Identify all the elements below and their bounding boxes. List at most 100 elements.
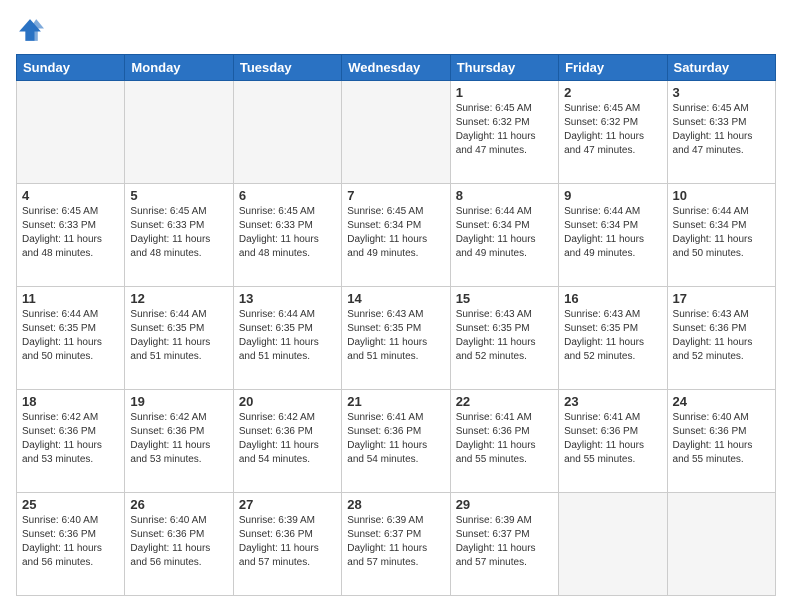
week-row-0: 1 Sunrise: 6:45 AMSunset: 6:32 PMDaylight… — [17, 81, 776, 184]
calendar-cell: 20Sunrise: 6:42 AMSunset: 6:36 PMDayligh… — [233, 390, 341, 493]
day-number: 15 — [456, 291, 553, 306]
day-info: Sunrise: 6:41 AMSunset: 6:36 PMDaylight:… — [564, 411, 661, 467]
page: SundayMondayTuesdayWednesdayThursdayFrid… — [0, 0, 792, 612]
calendar-cell: 4 Sunrise: 6:45 AMSunset: 6:33 PMDaylight… — [17, 184, 125, 287]
day-number: 29 — [456, 497, 553, 512]
day-number: 6 — [239, 188, 336, 203]
day-number: 13 — [239, 291, 336, 306]
calendar-header-tuesday: Tuesday — [233, 55, 341, 81]
day-info: Sunrise: 6:41 AMSunset: 6:36 PMDaylight:… — [347, 411, 444, 467]
calendar-cell — [125, 81, 233, 184]
day-number: 26 — [130, 497, 227, 512]
day-info: Sunrise: 6:41 AMSunset: 6:36 PMDaylight:… — [456, 411, 553, 467]
day-number: 22 — [456, 394, 553, 409]
week-row-3: 18Sunrise: 6:42 AMSunset: 6:36 PMDayligh… — [17, 390, 776, 493]
calendar-header-monday: Monday — [125, 55, 233, 81]
day-info: Sunrise: 6:44 AMSunset: 6:35 PMDaylight:… — [130, 308, 227, 364]
calendar-cell: 22 Sunrise: 6:41 AMSunset: 6:36 PMDayligh… — [450, 390, 558, 493]
day-info: Sunrise: 6:39 AMSunset: 6:36 PMDaylight:… — [239, 514, 336, 570]
day-number: 5 — [130, 188, 227, 203]
calendar-cell — [342, 81, 450, 184]
calendar-cell: 23 Sunrise: 6:41 AMSunset: 6:36 PMDayligh… — [559, 390, 667, 493]
day-info: Sunrise: 6:43 AMSunset: 6:35 PMDaylight:… — [456, 308, 553, 364]
calendar-header-friday: Friday — [559, 55, 667, 81]
day-number: 11 — [22, 291, 119, 306]
calendar-cell — [17, 81, 125, 184]
day-info: Sunrise: 6:40 AMSunset: 6:36 PMDaylight:… — [22, 514, 119, 570]
logo-icon — [16, 16, 44, 44]
day-info: Sunrise: 6:43 AMSunset: 6:36 PMDaylight:… — [673, 308, 770, 364]
day-info: Sunrise: 6:40 AMSunset: 6:36 PMDaylight:… — [673, 411, 770, 467]
day-number: 24 — [673, 394, 770, 409]
calendar-cell: 11 Sunrise: 6:44 AMSunset: 6:35 PMDayligh… — [17, 287, 125, 390]
calendar-cell: 3Sunrise: 6:45 AMSunset: 6:33 PMDaylight… — [667, 81, 775, 184]
day-info: Sunrise: 6:45 AMSunset: 6:34 PMDaylight:… — [347, 205, 444, 261]
day-info: Sunrise: 6:44 AMSunset: 6:34 PMDaylight:… — [673, 205, 770, 261]
calendar-cell: 7 Sunrise: 6:45 AMSunset: 6:34 PMDaylight… — [342, 184, 450, 287]
calendar-cell: 8 Sunrise: 6:44 AMSunset: 6:34 PMDaylight… — [450, 184, 558, 287]
day-info: Sunrise: 6:45 AMSunset: 6:33 PMDaylight:… — [22, 205, 119, 261]
calendar-cell: 29 Sunrise: 6:39 AMSunset: 6:37 PMDayligh… — [450, 493, 558, 596]
calendar-header-row: SundayMondayTuesdayWednesdayThursdayFrid… — [17, 55, 776, 81]
day-number: 7 — [347, 188, 444, 203]
day-number: 10 — [673, 188, 770, 203]
week-row-4: 25 Sunrise: 6:40 AMSunset: 6:36 PMDayligh… — [17, 493, 776, 596]
day-info: Sunrise: 6:44 AMSunset: 6:34 PMDaylight:… — [456, 205, 553, 261]
day-info: Sunrise: 6:45 AMSunset: 6:33 PMDaylight:… — [239, 205, 336, 261]
day-number: 14 — [347, 291, 444, 306]
calendar-cell: 1 Sunrise: 6:45 AMSunset: 6:32 PMDaylight… — [450, 81, 558, 184]
day-number: 4 — [22, 188, 119, 203]
day-info: Sunrise: 6:43 AMSunset: 6:35 PMDaylight:… — [564, 308, 661, 364]
calendar-cell: 27 Sunrise: 6:39 AMSunset: 6:36 PMDayligh… — [233, 493, 341, 596]
calendar-header-saturday: Saturday — [667, 55, 775, 81]
logo — [16, 16, 48, 44]
calendar-cell: 21 Sunrise: 6:41 AMSunset: 6:36 PMDayligh… — [342, 390, 450, 493]
day-number: 16 — [564, 291, 661, 306]
day-info: Sunrise: 6:44 AMSunset: 6:34 PMDaylight:… — [564, 205, 661, 261]
day-number: 19 — [130, 394, 227, 409]
calendar-cell: 2 Sunrise: 6:45 AMSunset: 6:32 PMDaylight… — [559, 81, 667, 184]
day-number: 9 — [564, 188, 661, 203]
day-info: Sunrise: 6:45 AMSunset: 6:33 PMDaylight:… — [673, 102, 770, 158]
calendar-cell: 6 Sunrise: 6:45 AMSunset: 6:33 PMDaylight… — [233, 184, 341, 287]
calendar-cell: 26 Sunrise: 6:40 AMSunset: 6:36 PMDayligh… — [125, 493, 233, 596]
day-info: Sunrise: 6:39 AMSunset: 6:37 PMDaylight:… — [456, 514, 553, 570]
day-number: 1 — [456, 85, 553, 100]
calendar-cell: 19 Sunrise: 6:42 AMSunset: 6:36 PMDayligh… — [125, 390, 233, 493]
day-info: Sunrise: 6:42 AMSunset: 6:36 PMDaylight:… — [130, 411, 227, 467]
calendar-table: SundayMondayTuesdayWednesdayThursdayFrid… — [16, 54, 776, 596]
calendar-cell — [233, 81, 341, 184]
day-info: Sunrise: 6:39 AMSunset: 6:37 PMDaylight:… — [347, 514, 444, 570]
day-number: 25 — [22, 497, 119, 512]
calendar-cell: 9 Sunrise: 6:44 AMSunset: 6:34 PMDaylight… — [559, 184, 667, 287]
day-number: 27 — [239, 497, 336, 512]
calendar-cell: 15 Sunrise: 6:43 AMSunset: 6:35 PMDayligh… — [450, 287, 558, 390]
calendar-header-wednesday: Wednesday — [342, 55, 450, 81]
header — [16, 16, 776, 44]
day-info: Sunrise: 6:45 AMSunset: 6:33 PMDaylight:… — [130, 205, 227, 261]
day-number: 21 — [347, 394, 444, 409]
calendar-header-sunday: Sunday — [17, 55, 125, 81]
calendar-cell: 16 Sunrise: 6:43 AMSunset: 6:35 PMDayligh… — [559, 287, 667, 390]
week-row-2: 11 Sunrise: 6:44 AMSunset: 6:35 PMDayligh… — [17, 287, 776, 390]
day-info: Sunrise: 6:44 AMSunset: 6:35 PMDaylight:… — [22, 308, 119, 364]
calendar-cell: 18Sunrise: 6:42 AMSunset: 6:36 PMDayligh… — [17, 390, 125, 493]
week-row-1: 4 Sunrise: 6:45 AMSunset: 6:33 PMDaylight… — [17, 184, 776, 287]
day-number: 8 — [456, 188, 553, 203]
day-info: Sunrise: 6:40 AMSunset: 6:36 PMDaylight:… — [130, 514, 227, 570]
calendar-cell: 10 Sunrise: 6:44 AMSunset: 6:34 PMDayligh… — [667, 184, 775, 287]
day-info: Sunrise: 6:45 AMSunset: 6:32 PMDaylight:… — [564, 102, 661, 158]
day-number: 23 — [564, 394, 661, 409]
day-info: Sunrise: 6:42 AMSunset: 6:36 PMDaylight:… — [239, 411, 336, 467]
day-number: 2 — [564, 85, 661, 100]
calendar-cell — [559, 493, 667, 596]
calendar-cell: 13Sunrise: 6:44 AMSunset: 6:35 PMDayligh… — [233, 287, 341, 390]
day-info: Sunrise: 6:43 AMSunset: 6:35 PMDaylight:… — [347, 308, 444, 364]
calendar-header-thursday: Thursday — [450, 55, 558, 81]
calendar-cell: 12 Sunrise: 6:44 AMSunset: 6:35 PMDayligh… — [125, 287, 233, 390]
day-number: 12 — [130, 291, 227, 306]
calendar-cell: 28Sunrise: 6:39 AMSunset: 6:37 PMDayligh… — [342, 493, 450, 596]
day-info: Sunrise: 6:45 AMSunset: 6:32 PMDaylight:… — [456, 102, 553, 158]
calendar-cell — [667, 493, 775, 596]
calendar-cell: 24 Sunrise: 6:40 AMSunset: 6:36 PMDayligh… — [667, 390, 775, 493]
